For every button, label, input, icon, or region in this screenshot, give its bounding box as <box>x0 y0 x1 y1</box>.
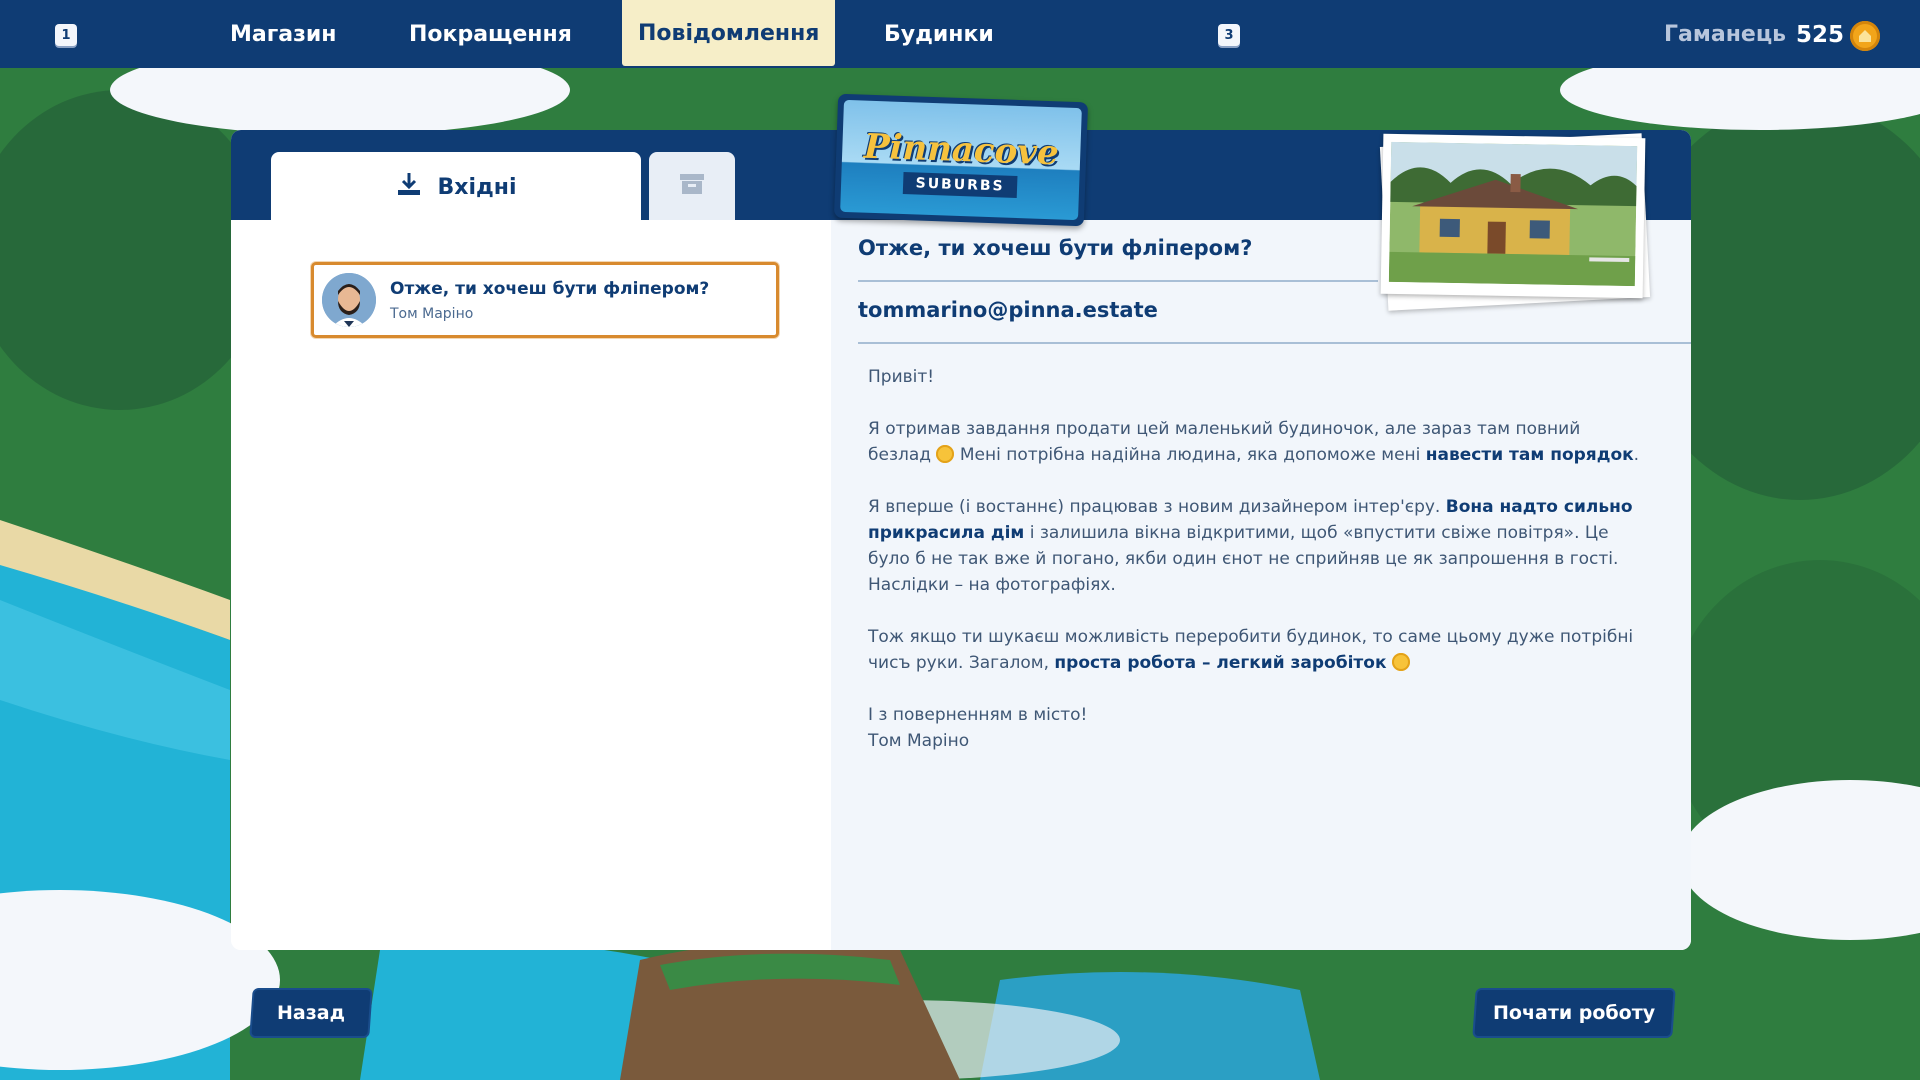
logo-title: Pinnacove <box>863 126 1060 174</box>
house-photo[interactable] <box>1378 132 1651 311</box>
coin-icon <box>1850 21 1880 51</box>
mail-body: Привіт! Я отримав завдання продати цей м… <box>868 364 1646 754</box>
message-sender: Том Маріно <box>390 306 474 322</box>
mail-from: tommarino@pinna.estate <box>858 298 1158 322</box>
wallet-label: Гаманець <box>1664 22 1787 47</box>
download-icon <box>395 170 423 204</box>
nav-messages[interactable]: Повідомлення <box>622 0 836 66</box>
text: Я вперше (і востаннє) працював з новим д… <box>868 497 1446 517</box>
mail-paragraph-3: Тож якщо ти шукаєш можливість переробити… <box>868 624 1646 676</box>
text: . <box>1633 445 1640 465</box>
nav-shop[interactable]: Магазин <box>214 0 352 68</box>
nav-upgrades[interactable]: Покращення <box>393 0 588 68</box>
archive-icon <box>678 172 706 200</box>
tab-archive[interactable] <box>649 152 735 220</box>
message-subject: Отже, ти хочеш бути фліпером? <box>390 279 710 299</box>
wallet-amount: 525 <box>1796 22 1845 48</box>
tab-inbox[interactable]: Вхідні <box>271 152 641 222</box>
mail-closing: І з поверненням в місто! Том Маріно <box>868 702 1646 754</box>
mail-paragraph-1: Я отримав завдання продати цей маленький… <box>868 416 1646 468</box>
top-nav-bar: 1 Магазин Покращення Повідомлення Будинк… <box>0 0 1920 68</box>
start-work-button[interactable]: Почати роботу <box>1474 990 1674 1036</box>
photo-front <box>1380 133 1646 299</box>
signature: Том Маріно <box>868 731 970 751</box>
bold-text: навести там порядок <box>1425 445 1634 465</box>
list-item[interactable]: Отже, ти хочеш бути фліпером? Том Маріно <box>311 262 779 338</box>
house-image <box>1388 141 1638 287</box>
divider <box>858 280 1378 282</box>
back-button-label: Назад <box>277 1002 345 1024</box>
logo-art: Pinnacove SUBURBS <box>840 99 1082 221</box>
divider <box>858 342 1691 344</box>
logo-subtitle: SUBURBS <box>902 172 1018 198</box>
back-button[interactable]: Назад <box>251 990 371 1036</box>
avatar <box>322 273 376 327</box>
bold-text: проста робота – легкий заробіток <box>1054 653 1387 673</box>
text: Мені потрібна надійна людина, яка допомо… <box>954 445 1426 465</box>
pinnacove-logo: Pinnacove SUBURBS <box>833 93 1089 227</box>
prev-tab-key-hint: 1 <box>55 24 77 46</box>
worried-emoji-icon <box>936 445 955 463</box>
start-work-button-label: Почати роботу <box>1492 1002 1656 1024</box>
next-tab-key-hint: 3 <box>1218 24 1240 46</box>
nav-houses[interactable]: Будинки <box>868 0 1010 68</box>
mail-greeting: Привіт! <box>868 367 935 387</box>
mail-paragraph-2: Я вперше (і востаннє) працював з новим д… <box>868 494 1646 598</box>
text: І з поверненням в місто! <box>868 705 1088 725</box>
mail-subject: Отже, ти хочеш бути фліпером? <box>858 236 1253 260</box>
tab-inbox-label: Вхідні <box>437 174 517 200</box>
smile-emoji-icon <box>1391 653 1410 671</box>
